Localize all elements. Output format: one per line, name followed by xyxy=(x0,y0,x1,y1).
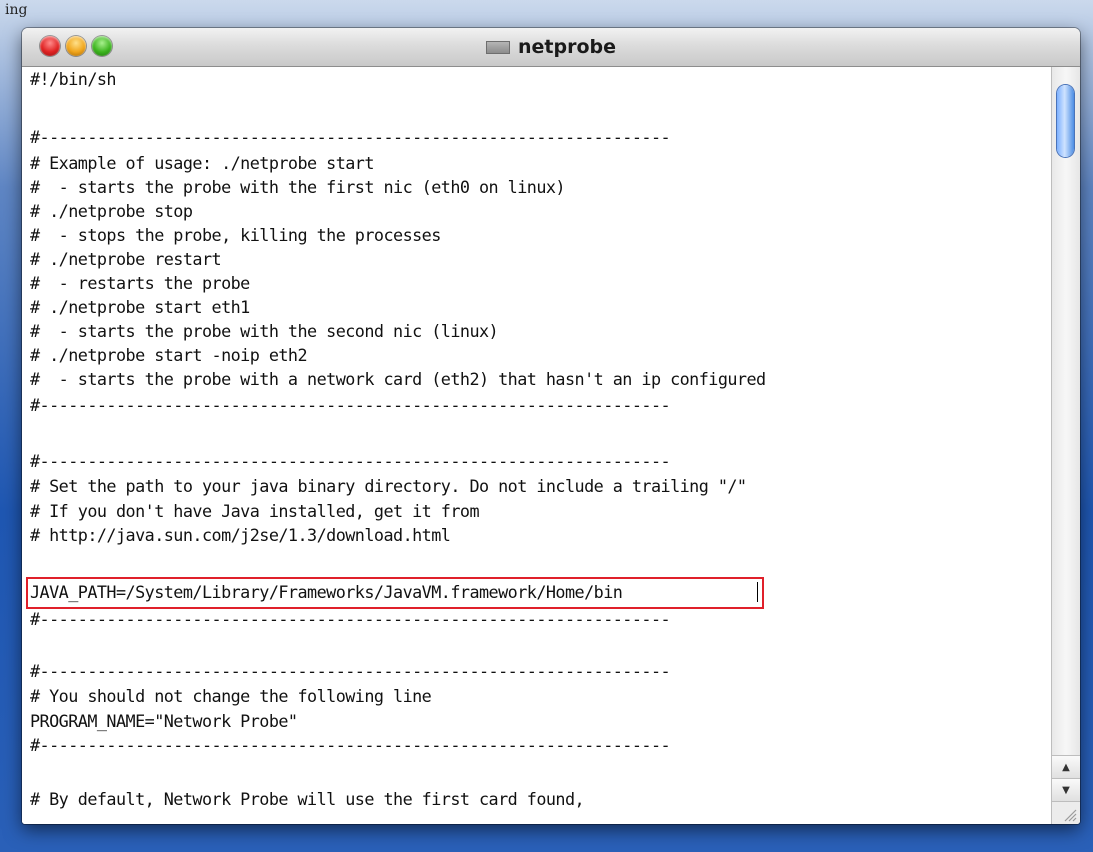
text-caret xyxy=(757,582,758,602)
text-line[interactable]: # You should not change the following li… xyxy=(30,684,432,708)
text-line[interactable]: # By default, Network Probe will use the… xyxy=(30,787,585,811)
text-line[interactable]: #---------------------------------------… xyxy=(30,659,671,683)
text-line[interactable]: #---------------------------------------… xyxy=(30,607,671,631)
text-line[interactable]: # ./netprobe restart xyxy=(30,247,222,271)
text-line[interactable]: #---------------------------------------… xyxy=(30,733,671,757)
resize-grip-icon[interactable] xyxy=(1052,801,1080,824)
text-line[interactable]: #---------------------------------------… xyxy=(30,449,671,473)
text-line[interactable]: # - starts the probe with the second nic… xyxy=(30,319,499,343)
text-line[interactable]: # Set the path to your java binary direc… xyxy=(30,474,747,498)
text-line[interactable]: # If you don't have Java installed, get … xyxy=(30,499,480,523)
text-line[interactable]: # - starts the probe with a network card… xyxy=(30,367,766,391)
text-line[interactable]: # ./netprobe start eth1 xyxy=(30,295,250,319)
title-bar[interactable]: netprobe xyxy=(22,28,1080,67)
vertical-scrollbar[interactable]: ▲ ▼ xyxy=(1051,67,1080,824)
text-line[interactable]: #!/bin/sh xyxy=(30,67,117,91)
text-line[interactable]: # ./netprobe stop xyxy=(30,199,193,223)
text-line[interactable]: # - starts the probe with the first nic … xyxy=(30,175,566,199)
text-line[interactable]: # ./netprobe start -noip eth2 xyxy=(30,343,308,367)
terminal-window: netprobe #!/bin/sh #--------------------… xyxy=(22,28,1080,824)
text-line[interactable]: #---------------------------------------… xyxy=(30,125,671,149)
text-line[interactable]: # - restarts the probe xyxy=(30,271,250,295)
text-line[interactable]: # http://java.sun.com/j2se/1.3/download.… xyxy=(30,523,451,547)
document-proxy-icon[interactable] xyxy=(485,40,510,54)
scroll-up-arrow-icon[interactable]: ▲ xyxy=(1052,755,1080,778)
text-editor-area[interactable]: #!/bin/sh #-----------------------------… xyxy=(22,67,1052,824)
window-title: netprobe xyxy=(517,36,616,58)
text-line[interactable]: # Example of usage: ./netprobe start xyxy=(30,151,374,175)
scroll-thumb[interactable] xyxy=(1057,85,1074,157)
text-line[interactable]: # - stops the probe, killing the process… xyxy=(30,223,441,247)
java-path-highlight-box xyxy=(26,577,764,609)
scroll-down-arrow-icon[interactable]: ▼ xyxy=(1052,778,1080,801)
text-line[interactable]: PROGRAM_NAME="Network Probe" xyxy=(30,709,298,733)
text-line[interactable]: #---------------------------------------… xyxy=(30,393,671,417)
desktop-text-fragment: ing xyxy=(5,2,28,18)
